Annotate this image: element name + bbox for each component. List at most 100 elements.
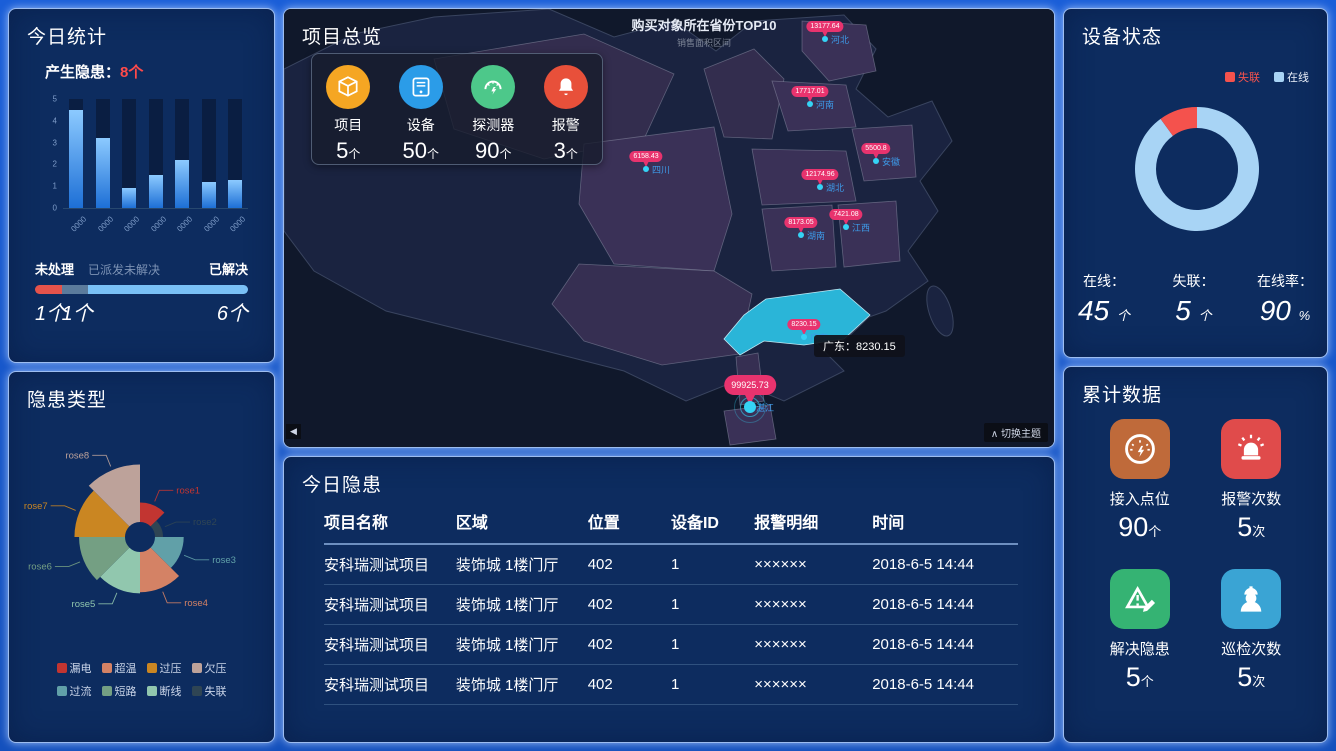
bar (149, 175, 163, 208)
table-header-cell: 设备ID (671, 509, 754, 533)
legend-label: 断线 (160, 683, 182, 699)
panel-title: 今日隐患 (284, 457, 1054, 497)
bell-icon (544, 65, 588, 109)
siren-icon (1221, 419, 1281, 479)
y-tick-label: 2 (53, 160, 57, 169)
dashboard: { "page": { "background": "#1857cd", "pa… (0, 0, 1336, 751)
device-stat: 失联：5 个 (1172, 271, 1214, 327)
table-cell: 2018-6-5 14:44 (872, 556, 1018, 573)
legend-item[interactable]: 失联 (1225, 69, 1260, 85)
svg-text:rose2: rose2 (193, 517, 217, 528)
legend-swatch (1225, 72, 1235, 82)
table-row: 安科瑞测试项目装饰城 1楼门厅4021××××××2018-6-5 14:44 (324, 545, 1018, 585)
bar-track (228, 99, 242, 208)
pin-province-label: 河北 (831, 33, 849, 46)
pin-province-label: 河南 (816, 98, 834, 111)
rose-legend: 漏电超温 过压欠压过流短路 断线失联 (9, 660, 274, 706)
pin-dot (873, 158, 879, 164)
legend-swatch (102, 686, 112, 696)
device-donut-chart[interactable] (1122, 94, 1272, 244)
legend-item[interactable]: 在线 (1274, 69, 1309, 85)
detector-icon (471, 65, 515, 109)
pin-value: 13177.64 (806, 21, 843, 32)
panel-title: 今日统计 (9, 9, 274, 49)
panel-hazard-types: 隐患类型 rose1rose2rose3rose4rose5rose6rose7… (8, 371, 275, 743)
theme-toggle-button[interactable]: ∧ 切换主题 (984, 423, 1048, 442)
legend-item[interactable]: 失联 (192, 683, 227, 699)
legend-label: 过流 (70, 683, 92, 699)
svg-text:rose7: rose7 (24, 501, 48, 512)
device-stat-value: 45 个 (1078, 295, 1130, 327)
legend-swatch (147, 663, 157, 673)
table-header-cell: 区域 (456, 509, 588, 533)
x-tick-label: 0000 (96, 217, 112, 233)
legend-item[interactable]: 过压 (147, 660, 182, 676)
legend-swatch (102, 663, 112, 673)
y-tick-label: 4 (53, 116, 57, 125)
status-legend-label: 已解决 (209, 259, 248, 278)
table-row: 安科瑞测试项目装饰城 1楼门厅4021××××××2018-6-5 14:44 (324, 665, 1018, 705)
legend-item[interactable]: 超温 (102, 660, 137, 676)
legend-item[interactable]: 欠压 (192, 660, 227, 676)
legend-item[interactable]: 漏电 (57, 660, 92, 676)
bar-track (175, 99, 189, 208)
status-bar-segment (35, 285, 62, 294)
x-tick-label: 0000 (149, 217, 165, 233)
table-cell: 装饰城 1楼门厅 (456, 674, 588, 695)
pin-dot (801, 334, 807, 340)
x-tick-label: 0000 (122, 217, 138, 233)
cumulative-item: 报警次数5次 (1221, 419, 1281, 543)
table-cell: 2018-6-5 14:44 (872, 596, 1018, 613)
y-tick-label: 1 (53, 182, 57, 191)
pin-province-label: 湖南 (807, 229, 825, 242)
legend-label: 在线 (1287, 69, 1309, 85)
map-header: 购买对象所在省份TOP10 销售面积区间 (584, 15, 824, 49)
cumulative-value: 5次 (1221, 662, 1281, 693)
overview-stat-count: 90个 (461, 138, 525, 164)
device-icon (399, 65, 443, 109)
panel-today-stats: 今日统计 产生隐患：8个 012345 00000000000000000000… (8, 8, 275, 363)
legend-item[interactable]: 短路 (102, 683, 137, 699)
overview-stat-label: 报警 (534, 115, 598, 135)
panel-cumulative: 累计数据 接入点位90个报警次数5次解决隐患5个巡检次数5次 (1063, 366, 1328, 743)
status-legend-label: 已派发未解决 (88, 261, 160, 278)
pin-province-label: 湖北 (826, 181, 844, 194)
overview-stat: 设备50个 (389, 65, 453, 164)
hazard-table: 项目名称区域位置设备ID报警明细时间安科瑞测试项目装饰城 1楼门厅4021×××… (324, 509, 1018, 705)
legend-swatch (57, 686, 67, 696)
map-subtitle: 销售面积区间 (584, 36, 824, 49)
legend-label: 过压 (160, 660, 182, 676)
bar (69, 110, 83, 208)
cumulative-label: 报警次数 (1221, 488, 1281, 509)
cumulative-label: 接入点位 (1110, 488, 1170, 509)
cube-icon (326, 65, 370, 109)
device-stats: 在线：45 个失联：5 个在线率：90 % (1078, 271, 1313, 327)
scroll-left-button[interactable]: ◀ (286, 424, 301, 439)
legend-swatch (1274, 72, 1284, 82)
table-cell: 安科瑞测试项目 (324, 634, 456, 655)
cumulative-item: 巡检次数5次 (1221, 569, 1281, 693)
rose-chart[interactable]: rose1rose2rose3rose4rose5rose6rose7rose8 (15, 412, 265, 662)
overview-stat: 探测器90个 (461, 65, 525, 164)
svg-text:rose1: rose1 (176, 485, 200, 496)
rose-legend-row: 漏电超温 过压欠压 (9, 660, 274, 676)
legend-item[interactable]: 过流 (57, 683, 92, 699)
legend-swatch (57, 663, 67, 673)
hazard-count: 8个 (120, 64, 143, 81)
panel-title: 隐患类型 (9, 372, 274, 412)
bar-track (149, 99, 163, 208)
table-header-cell: 项目名称 (324, 509, 456, 533)
table-row: 安科瑞测试项目装饰城 1楼门厅4021××××××2018-6-5 14:44 (324, 625, 1018, 665)
svg-text:rose6: rose6 (28, 561, 52, 572)
status-bar-segment (62, 285, 89, 294)
pin-value: 8173.05 (784, 217, 817, 228)
y-tick-label: 3 (53, 138, 57, 147)
legend-item[interactable]: 断线 (147, 683, 182, 699)
table-header-cell: 时间 (872, 509, 1018, 533)
today-bar-chart[interactable]: 012345 (63, 99, 248, 209)
bar-y-axis: 012345 (41, 99, 59, 208)
map-title: 购买对象所在省份TOP10 (584, 15, 824, 34)
panel-project-overview: 项目总览 购买对象所在省份TOP10 销售面积区间 项目5个设备50个探测器90… (283, 8, 1055, 448)
legend-swatch (192, 686, 202, 696)
pin-value: 12174.96 (801, 169, 838, 180)
